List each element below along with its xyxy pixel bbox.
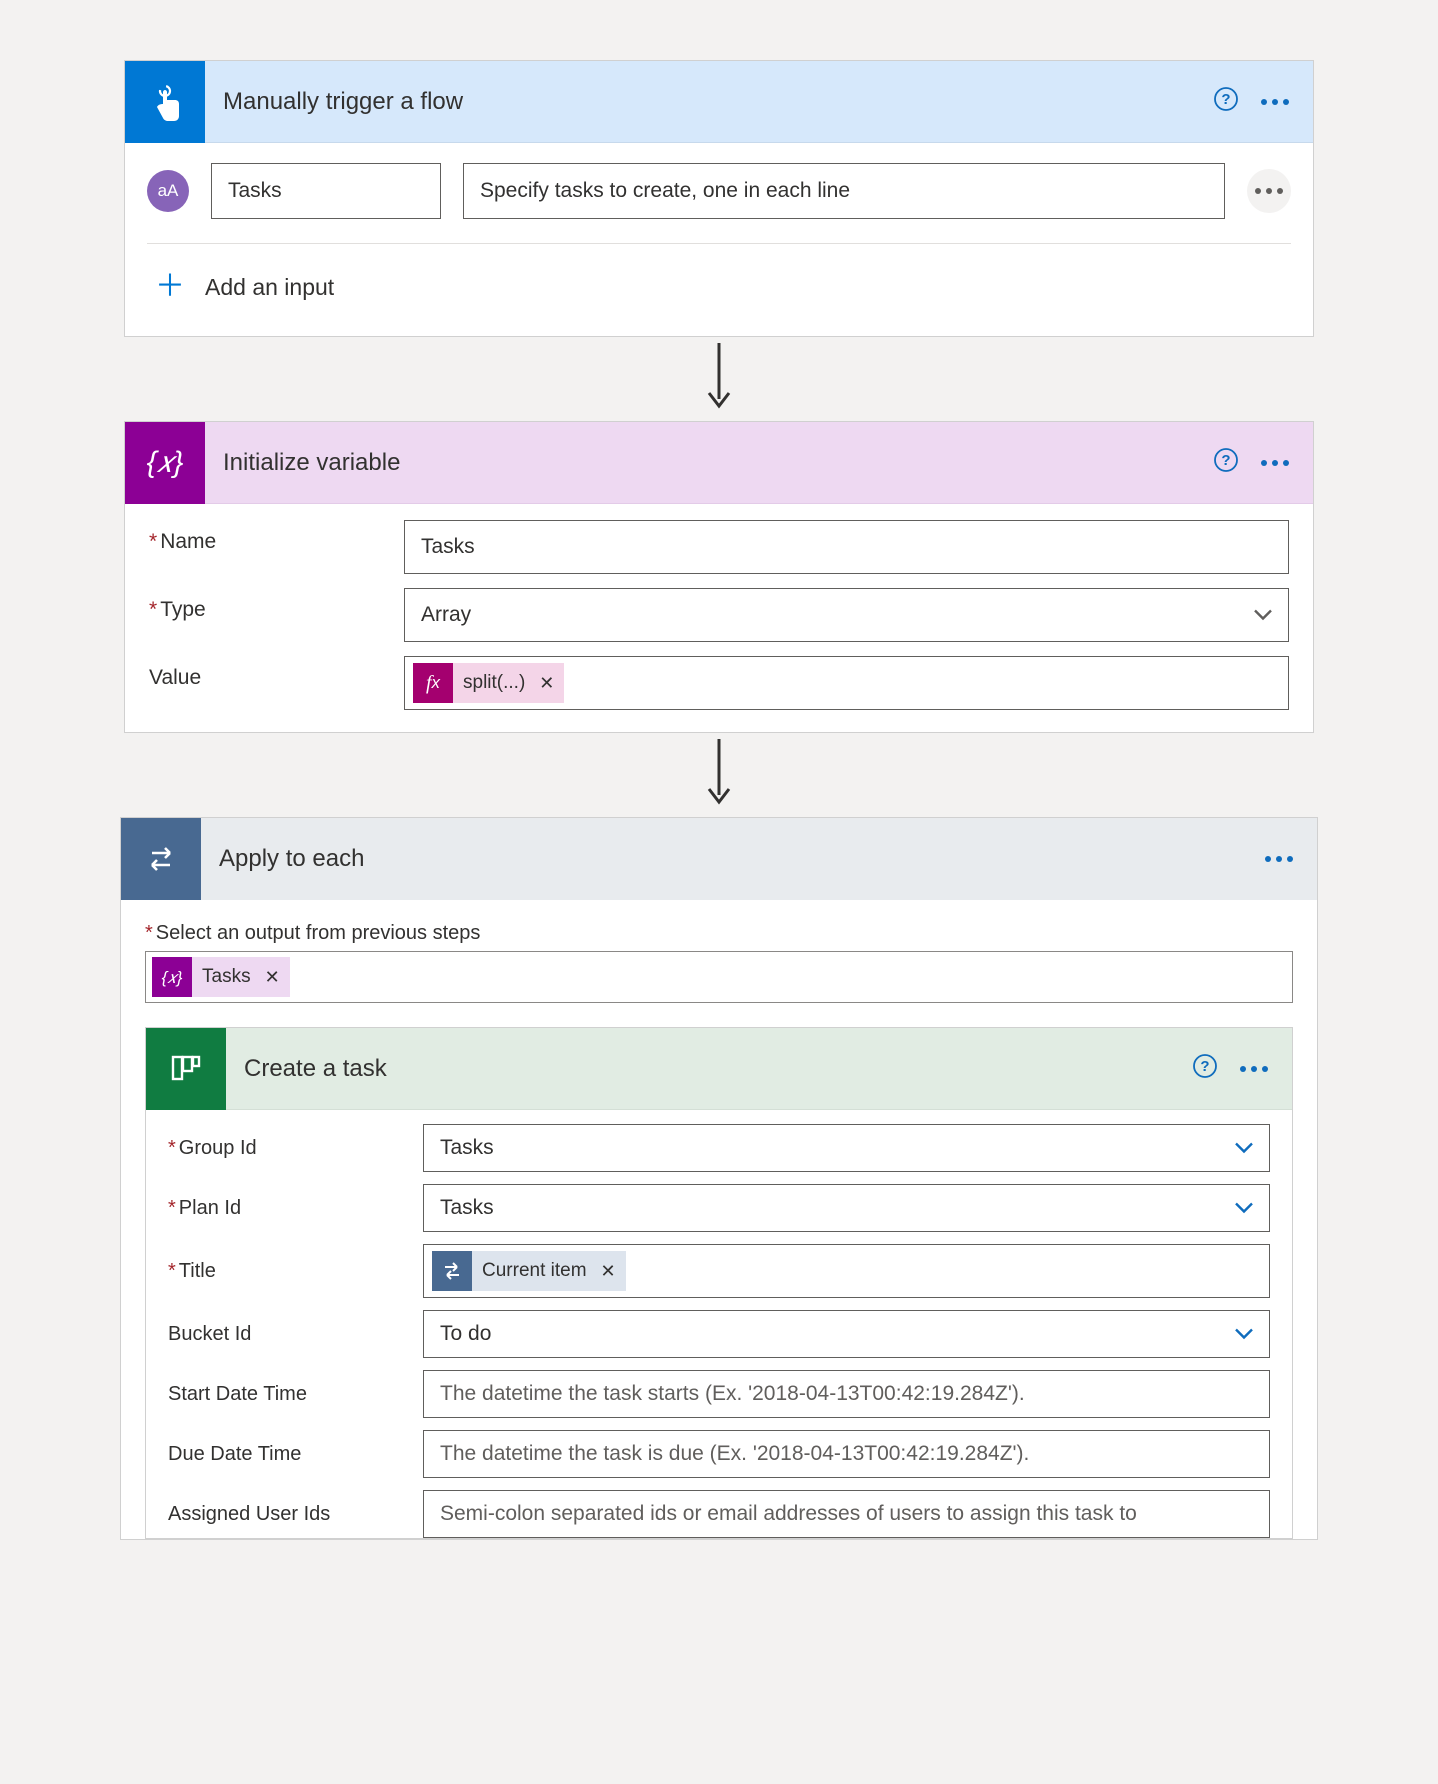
init-variable-title: Initialize variable [205,449,1213,477]
title-label: *Title [168,1260,423,1283]
current-item-token[interactable]: Current item ✕ [432,1251,626,1291]
variable-icon: {𝑥} [152,957,192,997]
help-icon[interactable]: ? [1213,447,1239,479]
bucket-id-label: Bucket Id [168,1323,423,1346]
svg-text:?: ? [1200,1058,1209,1075]
type-select[interactable] [404,588,1289,642]
planner-icon [146,1028,226,1110]
remove-token-icon[interactable]: ✕ [535,663,564,703]
more-menu-icon[interactable] [1261,99,1289,105]
remove-token-icon[interactable]: ✕ [261,957,290,997]
fx-icon: fx [413,663,453,703]
expression-token[interactable]: fx split(...) ✕ [413,663,564,703]
group-id-select[interactable] [423,1124,1270,1172]
plan-id-select[interactable] [423,1184,1270,1232]
start-date-input[interactable] [423,1370,1270,1418]
init-variable-header[interactable]: {𝑥} Initialize variable ? [125,422,1313,504]
add-input-label: Add an input [205,274,334,301]
plus-icon: ＋ [155,272,185,302]
name-input[interactable] [404,520,1289,574]
more-menu-icon[interactable] [1265,856,1293,862]
title-input[interactable]: Current item ✕ [423,1244,1270,1298]
start-date-label: Start Date Time [168,1383,423,1406]
create-task-header[interactable]: Create a task ? [146,1028,1292,1110]
svg-text:{𝑥}: {𝑥} [162,968,183,987]
trigger-card: Manually trigger a flow ? aA ＋ Add an in… [124,60,1314,337]
text-type-icon: aA [147,170,189,212]
trigger-body: aA ＋ Add an input [125,143,1313,336]
loop-icon [121,818,201,900]
help-icon[interactable]: ? [1213,86,1239,118]
input-more-button[interactable] [1247,169,1291,213]
assigned-input[interactable] [423,1490,1270,1538]
more-menu-icon[interactable] [1240,1066,1268,1072]
svg-text:?: ? [1221,91,1230,108]
create-task-title: Create a task [226,1055,1192,1083]
create-task-card: Create a task ? *Group Id *P [145,1027,1293,1539]
apply-to-each-card: Apply to each *Select an output from pre… [120,817,1318,1540]
group-id-label: *Group Id [168,1137,423,1160]
apply-to-each-header[interactable]: Apply to each [121,818,1317,900]
more-menu-icon[interactable] [1261,460,1289,466]
help-icon[interactable]: ? [1192,1053,1218,1085]
init-variable-card: {𝑥} Initialize variable ? *Name *Type Va… [124,421,1314,733]
name-label: *Name [149,520,404,554]
due-date-input[interactable] [423,1430,1270,1478]
svg-text:{𝑥}: {𝑥} [147,446,184,479]
apply-to-each-title: Apply to each [201,845,1265,873]
loop-icon [432,1251,472,1291]
value-label: Value [149,656,404,690]
assigned-label: Assigned User Ids [168,1503,423,1526]
variable-icon: {𝑥} [125,422,205,504]
connector-arrow [120,733,1318,817]
variable-token[interactable]: {𝑥} Tasks ✕ [152,957,290,997]
touch-icon [125,61,205,143]
remove-token-icon[interactable]: ✕ [597,1251,626,1291]
due-date-label: Due Date Time [168,1443,423,1466]
plan-id-label: *Plan Id [168,1197,423,1220]
select-output-input[interactable]: {𝑥} Tasks ✕ [145,951,1293,1003]
connector-arrow [120,337,1318,421]
type-label: *Type [149,588,404,622]
select-output-label: *Select an output from previous steps [145,922,1293,945]
trigger-title: Manually trigger a flow [205,88,1213,116]
input-description-field[interactable] [463,163,1225,219]
bucket-id-select[interactable] [423,1310,1270,1358]
add-input-button[interactable]: ＋ Add an input [147,244,1291,312]
input-name-field[interactable] [211,163,441,219]
svg-text:?: ? [1221,452,1230,469]
trigger-header[interactable]: Manually trigger a flow ? [125,61,1313,143]
value-input[interactable]: fx split(...) ✕ [404,656,1289,710]
